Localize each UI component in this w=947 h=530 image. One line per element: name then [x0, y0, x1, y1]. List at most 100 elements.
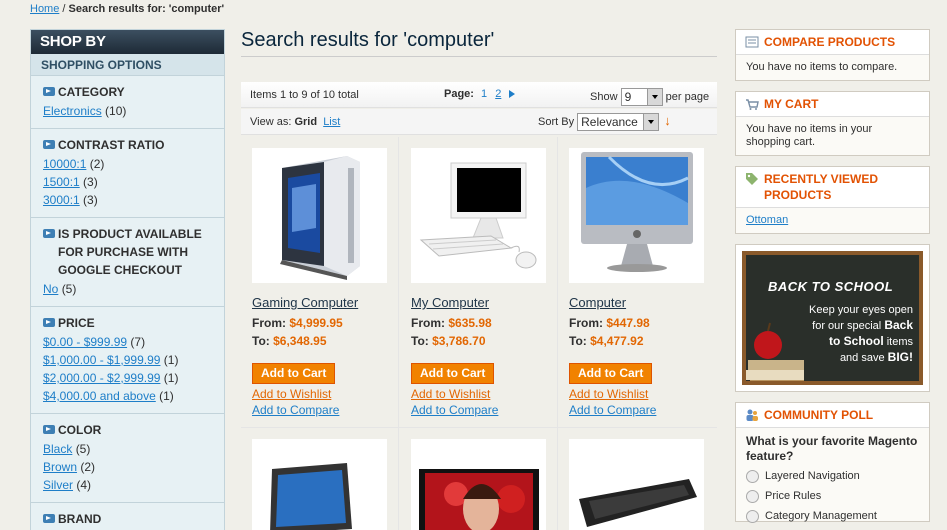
- filter-title: IS PRODUCT AVAILABLE FOR PURCHASE WITH G…: [43, 225, 224, 279]
- product-image-computer[interactable]: [569, 148, 704, 283]
- add-to-compare-link[interactable]: Add to Compare: [569, 403, 716, 417]
- poll-option-label: Price Rules: [765, 490, 822, 502]
- recently-viewed-title: RECENTLY VIEWED PRODUCTS: [764, 172, 879, 202]
- filter-option-link[interactable]: Black: [43, 442, 72, 456]
- back-to-school-banner[interactable]: BACK TO SCHOOL Keep your eyes open for o…: [735, 244, 930, 392]
- tag-icon: [746, 173, 758, 185]
- filter-option-link[interactable]: $1,000.00 - $1,999.99: [43, 353, 160, 367]
- price-to: To: $4,477.92: [569, 334, 716, 348]
- products-grid: Gaming Computer From: $4,999.95 To: $6,3…: [241, 137, 717, 530]
- filter-title: COLOR: [43, 421, 224, 439]
- poll-option[interactable]: Category Management: [736, 506, 929, 526]
- people-icon: [746, 409, 758, 421]
- arrow-right-icon: [43, 229, 55, 238]
- gaming-computer-image: [280, 156, 360, 280]
- promo-line-3b: items: [886, 336, 913, 348]
- next-page-icon[interactable]: [509, 90, 516, 98]
- promo-line-3: to School: [828, 334, 884, 348]
- filter-count: (3): [83, 193, 98, 207]
- product-image-photo-frame[interactable]: [411, 439, 546, 530]
- chevron-down-icon: [646, 89, 662, 105]
- cart-title: MY CART: [764, 97, 819, 111]
- product-image-keyboard[interactable]: [569, 439, 704, 530]
- compare-products-block: COMPARE PRODUCTS You have no items to co…: [735, 29, 930, 81]
- filter-option-link[interactable]: 10000:1: [43, 157, 86, 171]
- limit-select[interactable]: 9: [620, 88, 663, 106]
- add-to-compare-link[interactable]: Add to Compare: [411, 403, 557, 417]
- filter-title-text: COLOR: [58, 423, 102, 437]
- filter-option-link[interactable]: 1500:1: [43, 175, 80, 189]
- filter-price: PRICE $0.00 - $999.99 (7) $1,000.00 - $1…: [31, 307, 224, 414]
- product-image-my-computer[interactable]: [411, 148, 546, 283]
- page-label: Page:: [444, 88, 474, 100]
- poll-option-label: Layered Navigation: [765, 470, 860, 482]
- poll-radio[interactable]: [746, 469, 759, 483]
- poll-option[interactable]: Layered Navigation: [736, 466, 929, 486]
- page-link-2[interactable]: 2: [495, 88, 501, 100]
- apple-books-icon: [746, 322, 804, 381]
- price-from-label: From:: [252, 316, 286, 330]
- filter-option: Silver (4): [43, 476, 224, 494]
- add-to-compare-link[interactable]: Add to Compare: [252, 403, 398, 417]
- view-list-link[interactable]: List: [323, 116, 340, 128]
- add-to-wishlist-link[interactable]: Add to Wishlist: [569, 387, 716, 401]
- product-name-link[interactable]: Computer: [569, 295, 716, 310]
- filter-option-link[interactable]: $2,000.00 - $2,999.99: [43, 371, 160, 385]
- promo-text: Keep your eyes open for our special Back…: [809, 303, 913, 366]
- community-poll-header: COMMUNITY POLL: [736, 403, 929, 428]
- filter-option-link[interactable]: $0.00 - $999.99: [43, 335, 127, 349]
- filter-option-link[interactable]: No: [43, 282, 58, 296]
- layered-navigation: SHOP BY SHOPPING OPTIONS CATEGORY Electr…: [30, 29, 225, 530]
- compare-icon: [745, 36, 759, 48]
- filter-count: (2): [80, 460, 96, 474]
- add-to-wishlist-link[interactable]: Add to Wishlist: [252, 387, 398, 401]
- arrow-right-icon: [43, 514, 55, 523]
- price-to-label: To:: [252, 334, 270, 348]
- filter-option-link[interactable]: Brown: [43, 460, 77, 474]
- product-image-gaming-computer[interactable]: [252, 148, 387, 283]
- add-to-cart-button[interactable]: Add to Cart: [411, 363, 495, 384]
- price-to: To: $6,348.95: [252, 334, 398, 348]
- recently-viewed-header: RECENTLY VIEWED PRODUCTS: [736, 167, 929, 208]
- filter-option: $1,000.00 - $1,999.99 (1): [43, 351, 224, 369]
- compare-products-header: COMPARE PRODUCTS: [736, 30, 929, 55]
- filter-option-link[interactable]: Silver: [43, 478, 73, 492]
- item-count: Items 1 to 9 of 10 total: [250, 89, 359, 101]
- filter-option-link[interactable]: Electronics: [43, 104, 102, 118]
- filter-count: (3): [83, 175, 98, 189]
- sort-direction-icon[interactable]: ↓: [664, 113, 671, 128]
- filter-option: $2,000.00 - $2,999.99 (1): [43, 369, 224, 387]
- add-to-cart-button[interactable]: Add to Cart: [569, 363, 653, 384]
- breadcrumb-separator: /: [62, 3, 66, 15]
- price-from: From: $635.98: [411, 316, 557, 330]
- product-image-laptop[interactable]: [252, 439, 387, 530]
- poll-radio[interactable]: [746, 509, 759, 523]
- add-to-cart-button[interactable]: Add to Cart: [252, 363, 336, 384]
- filter-option-link[interactable]: 3000:1: [43, 193, 80, 207]
- filter-category: CATEGORY Electronics (10): [31, 76, 224, 129]
- filter-title: CATEGORY: [43, 83, 224, 101]
- filter-option: Black (5): [43, 440, 224, 458]
- sort-select[interactable]: Relevance: [577, 113, 660, 132]
- recently-viewed-item[interactable]: Ottoman: [746, 214, 788, 226]
- arrow-right-icon: [43, 318, 55, 327]
- compare-products-title: COMPARE PRODUCTS: [764, 35, 896, 49]
- sorter-toolbar: View as: Grid List Sort By Relevance ↓: [241, 109, 717, 135]
- recently-viewed-list: Ottoman: [736, 208, 929, 233]
- filter-count: (1): [163, 371, 179, 385]
- add-to-wishlist-link[interactable]: Add to Wishlist: [411, 387, 557, 401]
- product-name-link[interactable]: Gaming Computer: [252, 295, 398, 310]
- page-current: 1: [481, 88, 488, 100]
- poll-option[interactable]: Price Rules: [736, 486, 929, 506]
- breadcrumb-home-link[interactable]: Home: [30, 3, 59, 15]
- filter-option-link[interactable]: $4,000.00 and above: [43, 389, 156, 403]
- poll-radio[interactable]: [746, 489, 759, 503]
- cart-icon: [746, 99, 759, 110]
- photo-frame-image: [419, 469, 539, 530]
- product-name-link[interactable]: My Computer: [411, 295, 557, 310]
- main-content: Search results for 'computer' Items 1 to…: [241, 29, 717, 530]
- keyboard-image: [579, 479, 697, 527]
- filter-title-text: BRAND: [58, 512, 102, 526]
- filter-option: 10000:1 (2): [43, 155, 224, 173]
- filter-title-text: CONTRAST RATIO: [58, 138, 165, 152]
